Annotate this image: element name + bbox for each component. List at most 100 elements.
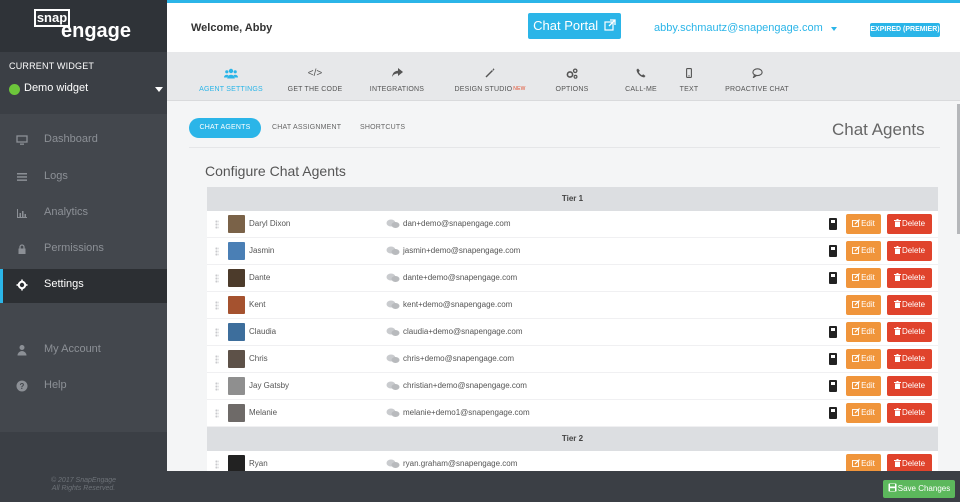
chat-portal-button[interactable]: Chat Portal: [528, 13, 621, 39]
drag-handle-icon[interactable]: [215, 247, 219, 256]
drag-handle-icon[interactable]: [215, 328, 219, 337]
delete-label: Delete: [901, 246, 926, 255]
delete-agent-button[interactable]: Delete: [887, 454, 932, 471]
plan-status-badge[interactable]: EXPIRED (PREMIER): [870, 23, 940, 37]
edit-agent-button[interactable]: Edit: [846, 241, 881, 261]
delete-agent-button[interactable]: Delete: [887, 376, 932, 396]
copyright: © 2017 SnapEngage All Rights Reserved.: [0, 477, 167, 493]
tab-design-studio[interactable]: DESIGN STUDIONEW: [452, 52, 528, 100]
agent-email: chris+demo@snapengage.com: [403, 354, 515, 363]
delete-agent-button[interactable]: Delete: [887, 268, 932, 288]
drag-handle-icon[interactable]: [215, 220, 219, 229]
avatar: [228, 242, 245, 260]
edit-agent-button[interactable]: Edit: [846, 214, 881, 234]
agent-row: Jay Gatsby christian+demo@snapengage.com E…: [207, 373, 938, 400]
edit-agent-button[interactable]: Edit: [846, 454, 881, 471]
delete-agent-button[interactable]: Delete: [887, 295, 932, 315]
sidebar-item-logs[interactable]: Logs: [0, 161, 167, 195]
drag-handle-icon[interactable]: [215, 460, 219, 469]
edit-agent-button[interactable]: Edit: [846, 403, 881, 423]
trash-icon: [893, 408, 901, 416]
tab-label-wrap: DESIGN STUDIONEW: [452, 86, 528, 93]
delete-label: Delete: [901, 219, 926, 228]
drag-handle-icon[interactable]: [215, 409, 219, 418]
avatar: [228, 377, 245, 395]
current-widget-label: CURRENT WIDGET: [9, 61, 95, 71]
sidebar-item-permissions[interactable]: Permissions: [0, 233, 167, 267]
edit-agent-button[interactable]: Edit: [846, 322, 881, 342]
widget-selector[interactable]: Demo widget: [0, 74, 167, 106]
sidebar: snap engage CURRENT WIDGET Demo widget D…: [0, 0, 167, 502]
subtab-shortcuts[interactable]: SHORTCUTS: [360, 124, 405, 131]
agent-row: Claudia claudia+demo@snapengage.com Edit De…: [207, 319, 938, 346]
sidebar-item-analytics[interactable]: Analytics: [0, 197, 167, 231]
edit-icon: [852, 381, 861, 389]
tab-agent-settings[interactable]: AGENT SETTINGS: [199, 45, 263, 100]
drag-handle-icon[interactable]: [215, 355, 219, 364]
sidebar-item-my-account[interactable]: My Account: [0, 334, 167, 368]
tab-integrations[interactable]: INTEGRATIONS: [365, 52, 429, 100]
edit-label: Edit: [861, 408, 875, 417]
edit-icon: [852, 246, 861, 254]
agent-name: Kent: [249, 300, 266, 309]
agent-email: ryan.graham@snapengage.com: [403, 459, 518, 468]
edit-agent-button[interactable]: Edit: [846, 376, 881, 396]
agent-row: Chris chris+demo@snapengage.com Edit Delete: [207, 346, 938, 373]
edit-label: Edit: [861, 300, 875, 309]
edit-agent-button[interactable]: Edit: [846, 268, 881, 288]
agent-email: christian+demo@snapengage.com: [403, 381, 527, 390]
chat-bubbles-icon: [386, 408, 400, 417]
avatar: [228, 350, 245, 368]
drag-handle-icon[interactable]: [215, 301, 219, 310]
agent-name: Claudia: [249, 327, 277, 336]
save-changes-button[interactable]: Save Changes: [883, 480, 955, 498]
mobile-phone-icon: [829, 245, 837, 257]
list-icon: [16, 171, 28, 183]
subtab-chat-assignment[interactable]: CHAT ASSIGNMENT: [272, 124, 341, 131]
edit-icon: [852, 408, 861, 416]
delete-label: Delete: [901, 273, 926, 282]
online-status-icon: [9, 84, 20, 95]
tab-label: AGENT SETTINGS: [199, 86, 263, 93]
gear-icon: [16, 279, 28, 291]
active-tab-indicator: [224, 45, 238, 52]
user-email-menu[interactable]: abby.schmautz@snapengage.com: [654, 22, 823, 34]
chat-bubbles-icon: [386, 246, 400, 255]
tab-text[interactable]: TEXT: [667, 52, 711, 100]
delete-agent-button[interactable]: Delete: [887, 403, 932, 423]
edit-icon: [852, 354, 861, 362]
welcome-text: Welcome, Abby: [191, 22, 273, 34]
share-icon: [365, 68, 429, 80]
tab-call-me[interactable]: CALL-ME: [613, 52, 669, 100]
tab-label: GET THE CODE: [287, 86, 343, 93]
agent-row: Kent kent+demo@snapengage.com Edit Delete: [207, 292, 938, 319]
mobile-phone-icon: [829, 272, 837, 284]
edit-agent-button[interactable]: Edit: [846, 349, 881, 369]
tab-get-the-code[interactable]: </> GET THE CODE: [283, 52, 347, 100]
sidebar-item-dashboard[interactable]: Dashboard: [0, 124, 167, 158]
edit-agent-button[interactable]: Edit: [846, 295, 881, 315]
caret-down-icon[interactable]: [831, 27, 837, 31]
drag-handle-icon[interactable]: [215, 274, 219, 283]
delete-label: Delete: [901, 300, 926, 309]
new-badge: NEW: [513, 86, 526, 92]
agent-email: dan+demo@snapengage.com: [403, 219, 511, 228]
tab-proactive-chat[interactable]: PROACTIVE CHAT: [723, 52, 791, 100]
users-icon: [199, 68, 263, 80]
delete-agent-button[interactable]: Delete: [887, 214, 932, 234]
edit-label: Edit: [861, 354, 875, 363]
code-icon: </>: [307, 68, 323, 79]
sidebar-item-settings[interactable]: Settings: [0, 269, 167, 303]
agent-name: Jasmin: [249, 246, 275, 255]
tab-options[interactable]: OPTIONS: [540, 52, 604, 100]
mobile-phone-icon: [829, 407, 837, 419]
delete-agent-button[interactable]: Delete: [887, 241, 932, 261]
delete-agent-button[interactable]: Delete: [887, 349, 932, 369]
logo[interactable]: snap engage: [0, 0, 167, 52]
sidebar-item-help[interactable]: ? Help: [0, 370, 167, 404]
delete-agent-button[interactable]: Delete: [887, 322, 932, 342]
trash-icon: [893, 300, 901, 308]
magic-wand-icon: [452, 68, 528, 80]
drag-handle-icon[interactable]: [215, 382, 219, 391]
subtab-chat-agents[interactable]: CHAT AGENTS: [189, 118, 261, 138]
